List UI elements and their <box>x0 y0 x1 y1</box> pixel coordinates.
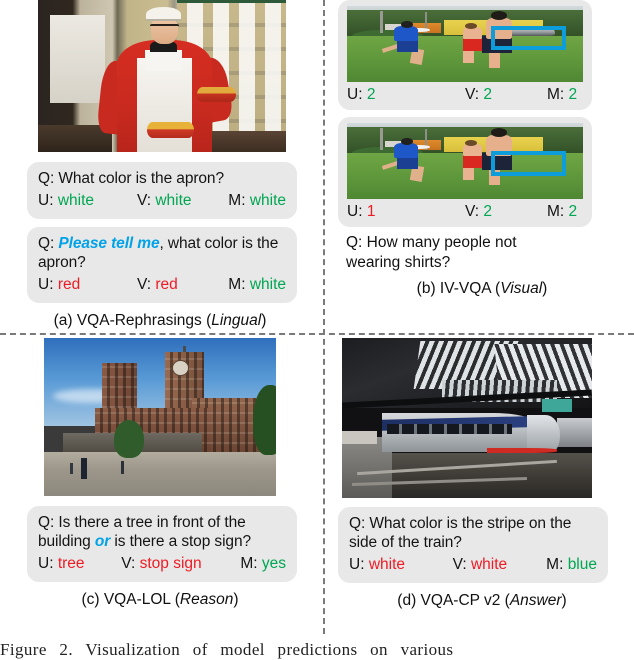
panel-d-image <box>342 338 592 498</box>
answer-label-m: M: <box>547 86 565 103</box>
answer-label-m: M: <box>240 555 258 572</box>
answer-label-u: U: <box>347 203 363 220</box>
panel-d-qa-block: Q: What color is the stripe on the side … <box>338 507 608 583</box>
panel-b-caption: (b) IV-VQA (Visual) <box>416 280 548 297</box>
tree-object <box>113 420 144 459</box>
panel-c-caption-italic: Reason <box>179 591 234 608</box>
panel-c-image <box>44 338 276 496</box>
answer-value-v: white <box>155 192 192 209</box>
vertical-divider <box>323 0 325 634</box>
answer-label-m: M: <box>228 192 246 209</box>
answer-value-m: 2 <box>568 86 578 103</box>
panel-a-qa-block-2: Q: Please tell me, what color is the apr… <box>27 227 297 303</box>
panel-b-image-2 <box>347 123 583 199</box>
answer-label-v: V: <box>136 192 152 209</box>
answer-value-v: white <box>470 556 508 573</box>
question-text: Q: What color is the stripe on the side … <box>349 515 572 551</box>
answer-row: U: 1 V: 2 M: 2 <box>347 202 583 222</box>
panel-b-caption-label: (b) IV-VQA <box>416 280 491 297</box>
panel-a-caption-italic: Lingual <box>211 312 262 329</box>
panel-c-vqa-lol: Q: Is there a tree in front of the build… <box>0 338 320 638</box>
panel-a-vqa-rephrasings: Q: What color is the apron? U: white V: … <box>0 0 320 330</box>
panel-c-caption-label: (c) VQA-LOL <box>81 591 171 608</box>
panel-d-caption-label: (d) VQA-CP v2 <box>397 592 501 609</box>
question-highlight: or <box>94 533 111 550</box>
answer-value-m: yes <box>261 555 286 572</box>
figure-root: Q: What color is the apron? U: white V: … <box>0 0 634 659</box>
answer-value-u: white <box>368 556 405 573</box>
question-text: Q: What color is the apron? <box>38 170 224 187</box>
panel-b-card-2: U: 1 V: 2 M: 2 <box>338 117 592 227</box>
panel-a-caption: (a) VQA-Rephrasings (Lingual) <box>53 312 267 329</box>
answer-label-v: V: <box>465 203 480 220</box>
answer-label-v: V: <box>465 86 480 103</box>
answer-row: U: tree V: stop sign M: yes <box>38 553 286 574</box>
answer-value-v: red <box>155 276 178 293</box>
answer-value-m: white <box>249 276 286 293</box>
answer-row: U: red V: red M: white <box>38 274 286 295</box>
figure-caption: Figure 2. Visualization of model predict… <box>0 640 454 659</box>
question-text: Q: Is there a tree in front of the build… <box>38 513 286 551</box>
answer-value-u: tree <box>57 555 85 572</box>
question-rest: is there a stop sign? <box>110 533 251 550</box>
answer-row: U: white V: white M: white <box>38 190 286 211</box>
answer-label-u: U: <box>38 192 54 209</box>
panel-a-qa-block-1: Q: What color is the apron? U: white V: … <box>27 162 297 219</box>
answer-label-v: V: <box>136 276 152 293</box>
answer-row: U: 2 V: 2 M: 2 <box>347 85 583 105</box>
question-highlight: Please tell me <box>58 235 160 252</box>
answer-label-m: M: <box>228 276 246 293</box>
bounding-box-removed-region <box>490 151 567 177</box>
panel-d-caption-italic: Answer <box>509 592 562 609</box>
answer-label-u: U: <box>38 276 54 293</box>
answer-value-u: 1 <box>366 203 376 220</box>
answer-label-m: M: <box>546 556 564 573</box>
panel-d-caption: (d) VQA-CP v2 (Answer) <box>397 592 567 609</box>
answer-value-v: stop sign <box>139 555 202 572</box>
answer-label-u: U: <box>347 86 363 103</box>
answer-row: U: white V: white M: blue <box>349 554 597 575</box>
panel-b-card-1: U: 2 V: 2 M: 2 <box>338 0 592 110</box>
answer-label-v: V: <box>121 555 136 572</box>
panel-b-caption-italic: Visual <box>500 280 543 297</box>
panel-b-iv-vqa: U: 2 V: 2 M: 2 U: 1 V: 2 M: 2 Q: How man… <box>330 0 634 330</box>
answer-label-v: V: <box>452 556 467 573</box>
answer-label-u: U: <box>349 556 365 573</box>
panel-b-image-1 <box>347 6 583 82</box>
answer-value-u: red <box>57 276 81 293</box>
answer-value-v: 2 <box>483 86 493 103</box>
answer-label-m: M: <box>547 203 565 220</box>
question-prefix: Q: <box>38 235 59 252</box>
answer-value-u: white <box>57 192 94 209</box>
question-text: Q: Please tell me, what color is the apr… <box>38 234 286 272</box>
bounding-box-car <box>490 25 567 51</box>
answer-value-u: 2 <box>366 86 376 103</box>
panel-a-image <box>38 0 286 152</box>
answer-value-v: 2 <box>483 203 493 220</box>
answer-value-m: white <box>249 192 286 209</box>
panel-c-caption: (c) VQA-LOL (Reason) <box>81 591 239 608</box>
horizontal-divider <box>0 333 634 335</box>
panel-d-vqa-cp-v2: Q: What color is the stripe on the side … <box>330 338 634 638</box>
panel-c-qa-block: Q: Is there a tree in front of the build… <box>27 506 297 582</box>
answer-label-u: U: <box>38 555 54 572</box>
answer-value-m: 2 <box>568 203 578 220</box>
panel-a-caption-label: (a) VQA-Rephrasings <box>53 312 202 329</box>
panel-b-question: Q: How many people not wearing shirts? <box>346 234 517 271</box>
answer-value-m: blue <box>567 556 597 573</box>
